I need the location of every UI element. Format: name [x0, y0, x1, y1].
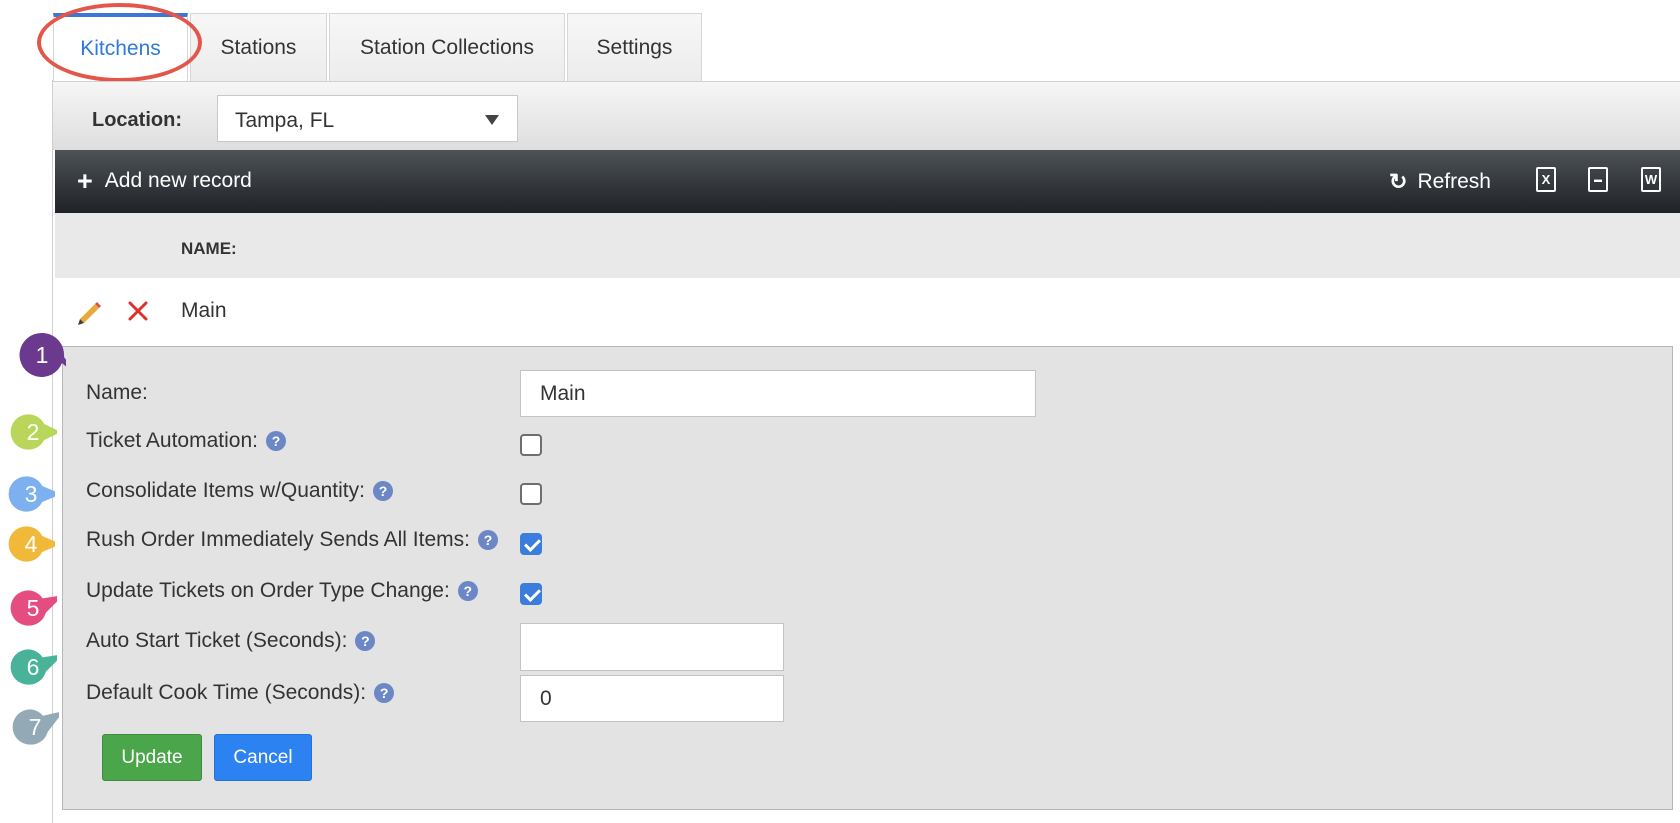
- add-new-record-label: Add new record: [104, 169, 252, 192]
- update-tickets-checkbox[interactable]: [520, 583, 542, 605]
- help-icon[interactable]: ?: [457, 581, 478, 601]
- dropdown-arrow-icon: [485, 115, 499, 125]
- rush-order-checkbox[interactable]: [520, 533, 542, 555]
- callout-number-7: 7: [11, 703, 59, 751]
- tab-kitchens[interactable]: Kitchens: [53, 13, 188, 81]
- cancel-button[interactable]: Cancel: [214, 734, 312, 781]
- name-label-text: Name:: [86, 381, 148, 404]
- table-row: Main: [55, 278, 1680, 346]
- ticket-automation-label: Ticket Automation: ?: [86, 429, 286, 453]
- auto-start-ticket-label: Auto Start Ticket (Seconds): ?: [86, 629, 376, 653]
- default-cook-time-value: 0: [540, 686, 552, 710]
- delete-x-icon[interactable]: [125, 298, 151, 324]
- callout-number-1-text: 1: [35, 342, 49, 368]
- callout-number-6: 6: [9, 643, 57, 691]
- ticket-automation-checkbox[interactable]: [520, 434, 542, 456]
- rush-order-label-text: Rush Order Immediately Sends All Items:: [86, 528, 470, 551]
- name-field-label: Name:: [86, 381, 148, 405]
- callout-number-3: 3: [7, 470, 55, 518]
- plus-icon: +: [77, 166, 93, 196]
- callout-number-3-text: 3: [24, 481, 38, 507]
- update-tickets-label-text: Update Tickets on Order Type Change:: [86, 579, 450, 602]
- location-dropdown[interactable]: Tampa, FL: [217, 95, 518, 142]
- refresh-button[interactable]: ↻ Refresh: [1389, 169, 1491, 195]
- callout-number-1: 1: [18, 331, 66, 379]
- consolidate-items-label-text: Consolidate Items w/Quantity:: [86, 479, 365, 502]
- tab-stations[interactable]: Stations: [190, 13, 327, 81]
- grid-header-row: NAME:: [55, 213, 1680, 278]
- auto-start-ticket-input[interactable]: [520, 623, 784, 671]
- help-icon[interactable]: ?: [477, 530, 498, 550]
- help-icon[interactable]: ?: [355, 631, 376, 651]
- help-icon[interactable]: ?: [372, 481, 393, 501]
- rush-order-label: Rush Order Immediately Sends All Items: …: [86, 528, 498, 552]
- callout-number-2: 2: [9, 408, 57, 456]
- auto-start-ticket-label-text: Auto Start Ticket (Seconds):: [86, 629, 348, 652]
- row-name-cell: Main: [181, 299, 227, 322]
- add-new-record-button[interactable]: + Add new record: [77, 166, 252, 196]
- tab-settings[interactable]: Settings: [567, 13, 702, 81]
- csv-export-icon[interactable]: ▬: [1588, 167, 1608, 192]
- update-button[interactable]: Update: [102, 734, 202, 781]
- location-selected-value: Tampa, FL: [235, 109, 335, 132]
- edit-form-panel: Name: Main Ticket Automation: ? Consolid…: [62, 346, 1673, 810]
- word-export-icon[interactable]: W: [1641, 167, 1661, 192]
- consolidate-items-label: Consolidate Items w/Quantity: ?: [86, 479, 393, 503]
- callout-number-6-text: 6: [26, 654, 40, 680]
- callout-number-5: 5: [9, 584, 57, 632]
- consolidate-items-checkbox[interactable]: [520, 483, 542, 505]
- callout-number-2-text: 2: [26, 419, 40, 445]
- tab-station-collections[interactable]: Station Collections: [329, 13, 565, 81]
- default-cook-time-label: Default Cook Time (Seconds): ?: [86, 681, 395, 705]
- update-tickets-label: Update Tickets on Order Type Change: ?: [86, 579, 478, 603]
- location-label: Location:: [92, 109, 182, 131]
- name-input[interactable]: Main: [520, 370, 1036, 417]
- column-header-name[interactable]: NAME:: [181, 239, 237, 259]
- callout-number-5-text: 5: [26, 595, 40, 621]
- callout-number-4-text: 4: [24, 531, 38, 557]
- help-icon[interactable]: ?: [374, 683, 395, 703]
- location-toolbar: Location: Tampa, FL: [53, 81, 1680, 150]
- default-cook-time-input[interactable]: 0: [520, 675, 784, 722]
- name-input-value: Main: [540, 381, 586, 405]
- ticket-automation-label-text: Ticket Automation:: [86, 429, 258, 452]
- refresh-label: Refresh: [1417, 170, 1491, 193]
- pencil-edit-icon[interactable]: [74, 297, 104, 327]
- callout-number-7-text: 7: [28, 714, 42, 740]
- callout-number-4: 4: [7, 520, 55, 568]
- refresh-icon: ↻: [1389, 169, 1408, 194]
- default-cook-time-label-text: Default Cook Time (Seconds):: [86, 681, 367, 704]
- excel-export-icon[interactable]: X: [1536, 167, 1556, 192]
- tab-strip: Kitchens Stations Station Collections Se…: [53, 13, 704, 81]
- help-icon[interactable]: ?: [265, 431, 286, 451]
- grid-toolbar: + Add new record ↻ Refresh X ▬ W: [55, 150, 1680, 213]
